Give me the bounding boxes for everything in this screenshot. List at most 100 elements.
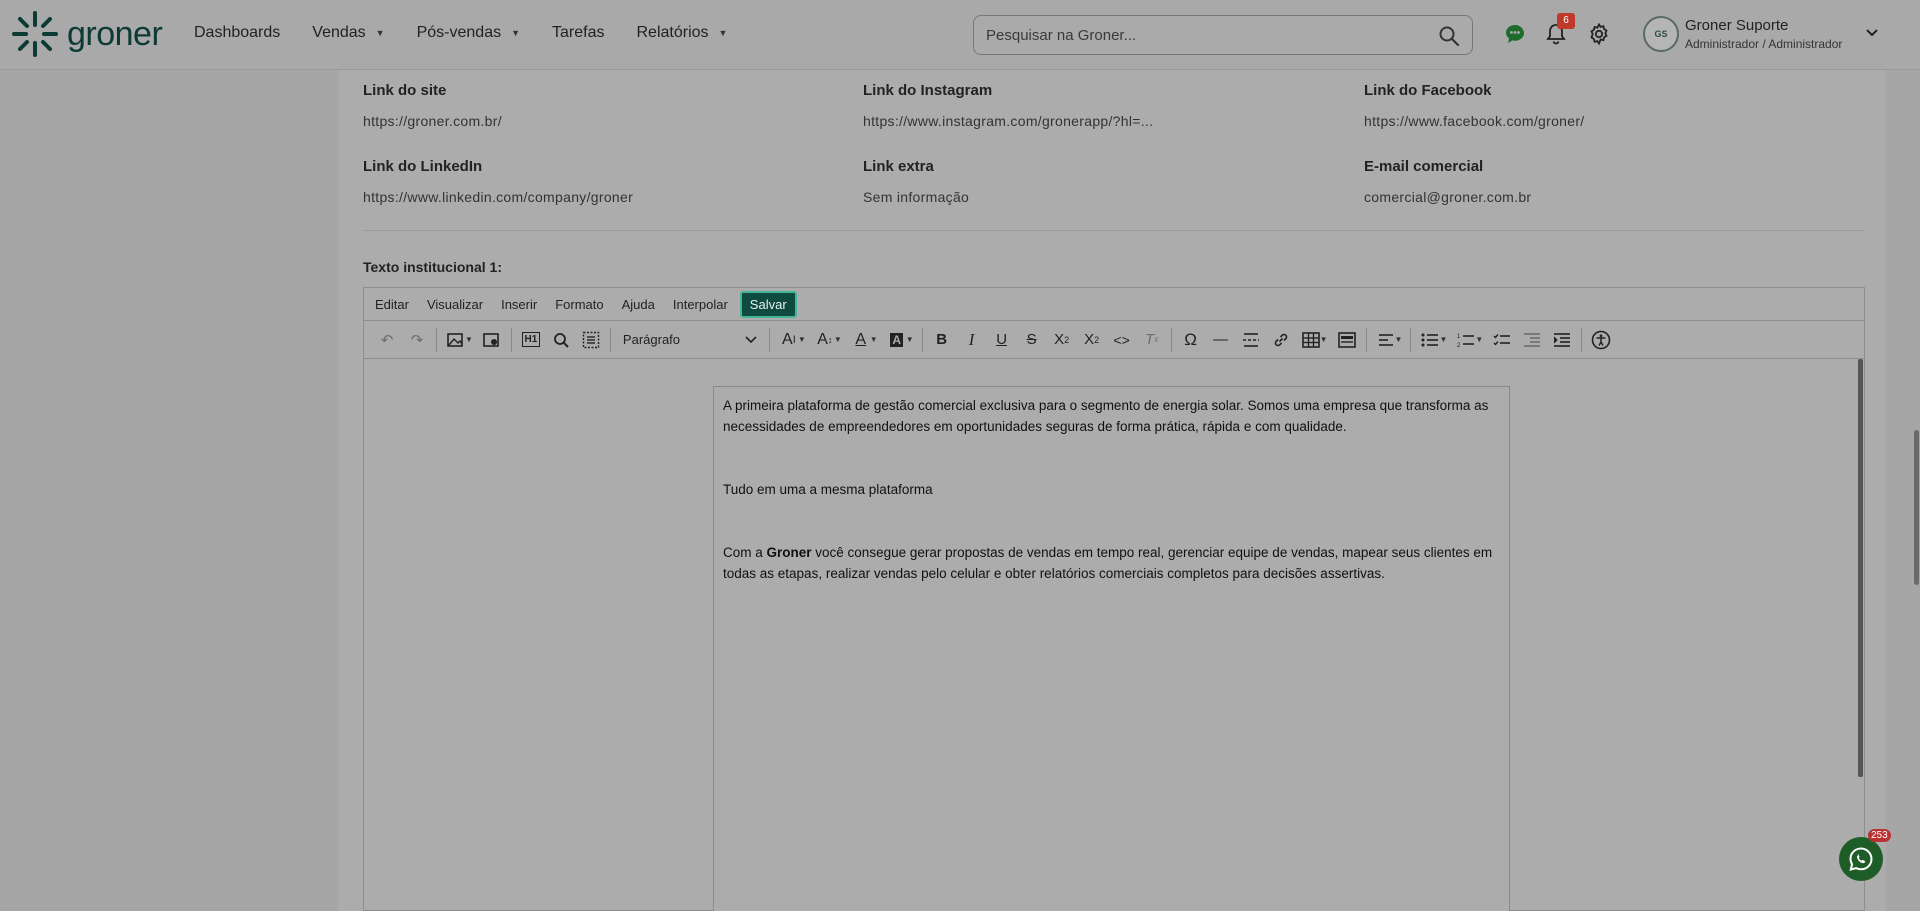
document-body[interactable]: A primeira plataforma de gestão comercia…	[713, 386, 1510, 911]
toolbar-separator	[1410, 327, 1412, 352]
link-icon[interactable]	[1266, 325, 1296, 355]
nav-label: Vendas	[312, 24, 366, 41]
menu-visualizar[interactable]: Visualizar	[427, 297, 483, 312]
toolbar-separator	[436, 327, 437, 352]
subscript-icon[interactable]: X2	[1047, 325, 1077, 355]
nav-dashboards[interactable]: Dashboards	[194, 24, 280, 42]
caret-down-icon[interactable]: ▼	[465, 335, 473, 344]
user-name: Groner Suporte	[1685, 17, 1789, 34]
outdent-icon[interactable]	[1517, 325, 1547, 355]
caret-down-icon[interactable]: ▼	[1439, 335, 1447, 344]
clear-format-icon[interactable]: Tx	[1137, 325, 1167, 355]
caret-down-icon[interactable]: ▼	[1475, 335, 1483, 344]
nav-label: Tarefas	[552, 24, 605, 41]
caret-down-icon[interactable]: ▼	[798, 335, 806, 344]
caret-down-icon[interactable]: ▼	[906, 335, 914, 344]
toolbar-separator	[609, 327, 611, 352]
page-scrollbar-thumb[interactable]	[1914, 430, 1919, 585]
menu-interpolar[interactable]: Interpolar	[673, 297, 728, 312]
search-icon[interactable]	[1438, 25, 1460, 47]
paragraph: Com a Groner você consegue gerar propost…	[723, 542, 1500, 584]
field-value: Sem informação	[863, 189, 970, 205]
text-run: você consegue gerar propostas de vendas …	[723, 545, 1493, 581]
toolbar-separator	[921, 327, 923, 352]
strikethrough-icon[interactable]: S	[1017, 325, 1047, 355]
indent-icon[interactable]	[1547, 325, 1577, 355]
top-navbar: groner Dashboards Vendas ▼ Pós-vendas ▼ Ta…	[0, 0, 1920, 70]
nav-relatorios[interactable]: Relatórios ▼	[636, 24, 727, 42]
horizontal-line-icon[interactable]: —	[1206, 325, 1236, 355]
notification-badge: 6	[1557, 13, 1575, 29]
chevron-down-icon	[745, 335, 757, 343]
block-format-value: Parágrafo	[622, 332, 681, 347]
caret-down-icon[interactable]: ▼	[834, 335, 842, 344]
menu-inserir[interactable]: Inserir	[501, 297, 537, 312]
nav-tarefas[interactable]: Tarefas	[552, 24, 604, 42]
menu-editar[interactable]: Editar	[375, 297, 409, 312]
whatsapp-badge: 253	[1868, 829, 1891, 842]
menu-formato[interactable]: Formato	[555, 297, 603, 312]
page-break-icon[interactable]	[1236, 325, 1266, 355]
caret-down-icon[interactable]: ▼	[1320, 335, 1328, 344]
block-format-select[interactable]: Parágrafo	[615, 325, 765, 355]
redo-icon[interactable]: ↷	[402, 325, 432, 355]
groner-logo-icon	[12, 11, 58, 57]
field-commercial-email: E-mail comercial comercial@groner.com.br	[1364, 158, 1531, 205]
underline-icon[interactable]: U	[987, 325, 1017, 355]
find-replace-icon[interactable]	[546, 325, 576, 355]
field-facebook-link: Link do Facebook https://www.facebook.co…	[1364, 82, 1584, 129]
code-icon[interactable]: <>	[1107, 325, 1137, 355]
field-value: https://www.facebook.com/groner/	[1364, 113, 1585, 129]
nav-label: Pós-vendas	[416, 24, 502, 41]
select-all-icon[interactable]	[576, 325, 606, 355]
editor-toolbar: ↶ ↷ ▼ H1 Parágrafo AI ▼ A ↕ ▼ A ▼ A ▼ B …	[364, 321, 1864, 359]
nav-label: Relatórios	[636, 24, 709, 41]
svg-text:1: 1	[1457, 334, 1461, 340]
special-char-icon[interactable]: Ω	[1176, 325, 1206, 355]
chevron-down-icon[interactable]	[1865, 28, 1879, 38]
field-instagram-link: Link do Instagram https://www.instagram.…	[863, 82, 1153, 129]
bold-icon[interactable]: B	[927, 325, 957, 355]
divider	[363, 230, 1863, 231]
toolbar-separator	[1365, 327, 1367, 352]
italic-icon[interactable]: I	[957, 325, 987, 355]
checklist-icon[interactable]	[1487, 325, 1517, 355]
nav-vendas[interactable]: Vendas ▼	[312, 24, 384, 42]
toolbar-separator	[768, 327, 770, 352]
whatsapp-button[interactable]	[1839, 837, 1883, 881]
bold-text: Groner	[766, 545, 812, 560]
paragraph: A primeira plataforma de gestão comercia…	[723, 398, 1489, 434]
save-button[interactable]: Salvar	[739, 290, 797, 318]
heading-h1-icon[interactable]: H1	[516, 325, 546, 355]
main-nav: Dashboards Vendas ▼ Pós-vendas ▼ Tarefas R…	[194, 24, 759, 42]
field-label: Link do Facebook	[1364, 82, 1492, 99]
groner-logo[interactable]: groner	[11, 10, 163, 58]
editor-menubar: Editar Visualizar Inserir Formato Ajuda …	[364, 288, 1864, 321]
toolbar-separator	[510, 327, 512, 352]
field-extra-link: Link extra Sem informação	[863, 158, 969, 205]
edit-image-icon[interactable]	[477, 325, 507, 355]
field-site-link: Link do site https://groner.com.br/	[363, 82, 502, 129]
gear-icon[interactable]	[1587, 22, 1611, 46]
chat-bubble-icon[interactable]	[1503, 22, 1527, 46]
scrollbar-thumb[interactable]	[1858, 359, 1863, 777]
menu-ajuda[interactable]: Ajuda	[622, 297, 655, 312]
superscript-icon[interactable]: X2	[1077, 325, 1107, 355]
editor-scrollbar[interactable]	[1856, 359, 1864, 910]
editor-content-area[interactable]: A primeira plataforma de gestão comercia…	[364, 359, 1864, 911]
caret-down-icon: ▼	[511, 28, 521, 38]
field-value: https://www.linkedin.com/company/groner	[363, 189, 634, 205]
template-icon[interactable]	[1332, 325, 1362, 355]
undo-icon[interactable]: ↶	[372, 325, 402, 355]
field-value: https://groner.com.br/	[363, 113, 502, 129]
field-label: E-mail comercial	[1364, 158, 1484, 175]
caret-down-icon[interactable]: ▼	[870, 335, 878, 344]
user-menu[interactable]: GS Groner Suporte Administrador / Admini…	[1643, 16, 1842, 52]
accessibility-icon[interactable]	[1586, 325, 1616, 355]
caret-down-icon[interactable]: ▼	[1395, 335, 1403, 344]
field-value: https://www.instagram.com/gronerapp/?hl=…	[863, 113, 1154, 129]
search-input[interactable]	[986, 26, 1426, 44]
nav-pos-vendas[interactable]: Pós-vendas ▼	[417, 24, 520, 42]
toolbar-separator	[1581, 327, 1583, 352]
field-label: Link do site	[363, 82, 447, 99]
